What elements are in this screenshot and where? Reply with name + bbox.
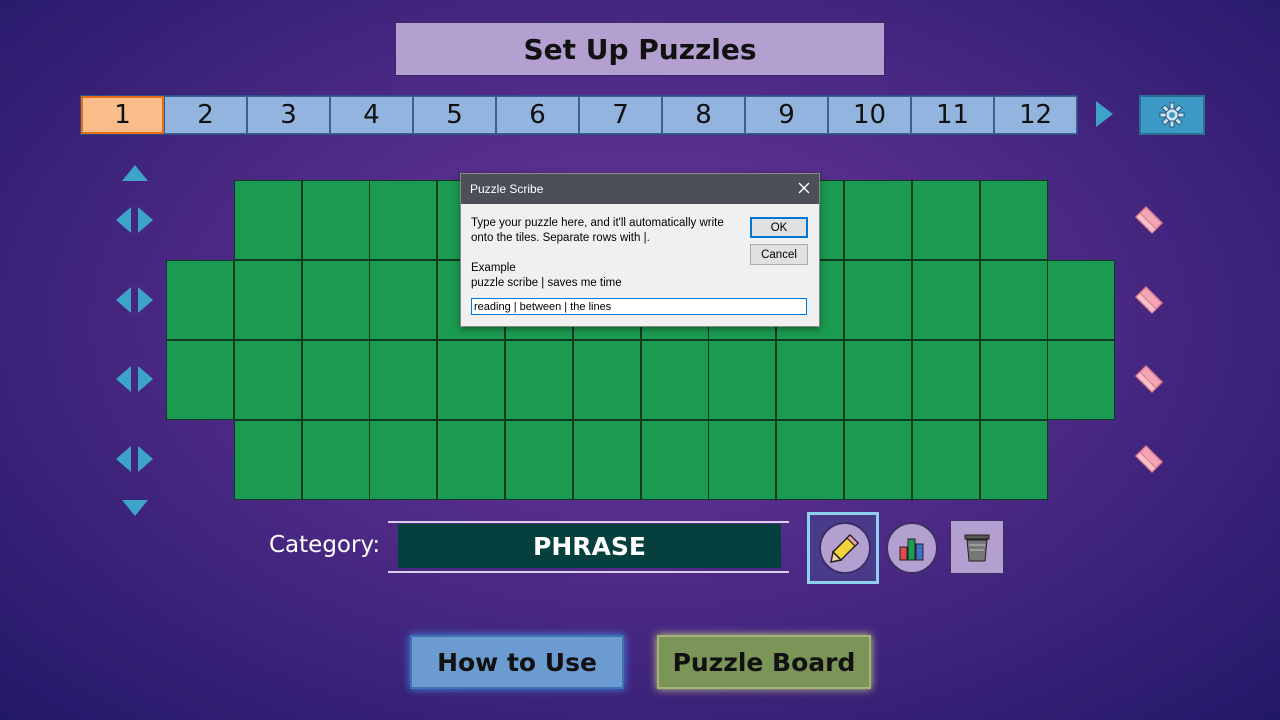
- puzzle-tile[interactable]: [979, 340, 1048, 420]
- pencil-icon: [830, 533, 860, 563]
- row-2-right-arrow-icon[interactable]: [138, 287, 153, 313]
- category-field[interactable]: PHRASE: [398, 524, 781, 568]
- puzzle-tile[interactable]: [437, 340, 506, 420]
- puzzle-tile[interactable]: [301, 340, 370, 420]
- eraser-icon[interactable]: [1132, 362, 1166, 396]
- puzzle-tile[interactable]: [233, 260, 302, 340]
- puzzle-tile[interactable]: [572, 420, 641, 500]
- puzzle-tile[interactable]: [301, 420, 370, 500]
- puzzle-tab-2[interactable]: 2: [164, 96, 247, 134]
- close-icon[interactable]: [797, 181, 811, 195]
- dialog-example-text: puzzle scribe | saves me time: [471, 277, 622, 289]
- eraser-icon[interactable]: [1132, 203, 1166, 237]
- clear-board-button[interactable]: [950, 520, 1004, 574]
- shift-down-arrow-icon[interactable]: [122, 500, 148, 516]
- puzzle-scribe-dialog: Puzzle Scribe Type your puzzle here, and…: [460, 173, 820, 327]
- puzzle-tile[interactable]: [505, 420, 573, 500]
- puzzle-tile[interactable]: [166, 260, 234, 340]
- ok-button[interactable]: OK: [750, 217, 808, 238]
- puzzle-tile[interactable]: [979, 180, 1048, 260]
- puzzle-tile[interactable]: [844, 340, 912, 420]
- eraser-icon[interactable]: [1132, 283, 1166, 317]
- puzzle-tile[interactable]: [369, 260, 438, 340]
- puzzle-tile[interactable]: [1047, 340, 1116, 420]
- row-4-left-arrow-icon[interactable]: [116, 446, 131, 472]
- puzzle-tile[interactable]: [233, 180, 302, 260]
- puzzle-tab-5[interactable]: 5: [413, 96, 496, 134]
- how-to-use-button[interactable]: How to Use: [410, 635, 624, 689]
- gear-icon: [1159, 102, 1185, 128]
- row-1-left-arrow-icon[interactable]: [116, 207, 131, 233]
- puzzle-tile[interactable]: [776, 420, 845, 500]
- puzzle-tab-7[interactable]: 7: [579, 96, 662, 134]
- row-2-left-arrow-icon[interactable]: [116, 287, 131, 313]
- puzzle-tile[interactable]: [776, 340, 845, 420]
- dialog-message-line-1: Type your puzzle here, and it'll automat…: [471, 217, 724, 229]
- puzzle-tile[interactable]: [166, 340, 234, 420]
- trash-icon: [964, 534, 990, 562]
- puzzle-tile[interactable]: [911, 420, 980, 500]
- puzzle-tile[interactable]: [911, 180, 980, 260]
- puzzle-tile[interactable]: [708, 420, 777, 500]
- puzzle-tab-10[interactable]: 10: [828, 96, 911, 134]
- cancel-button[interactable]: Cancel: [750, 244, 808, 265]
- puzzle-tile[interactable]: [844, 260, 912, 340]
- puzzle-tab-9[interactable]: 9: [745, 96, 828, 134]
- settings-button[interactable]: [1139, 95, 1205, 135]
- puzzle-tile[interactable]: [911, 260, 980, 340]
- row-4-right-arrow-icon[interactable]: [138, 446, 153, 472]
- puzzle-tile[interactable]: [979, 260, 1048, 340]
- dialog-titlebar: Puzzle Scribe: [461, 174, 819, 204]
- row-1-shift-arrows: [116, 207, 156, 235]
- puzzle-tab-8[interactable]: 8: [662, 96, 745, 134]
- puzzle-tab-4[interactable]: 4: [330, 96, 413, 134]
- puzzle-tab-1[interactable]: 1: [81, 96, 164, 134]
- puzzle-tile[interactable]: [844, 420, 912, 500]
- puzzle-tile[interactable]: [369, 180, 438, 260]
- puzzle-tile[interactable]: [708, 340, 777, 420]
- puzzle-tile[interactable]: [369, 420, 438, 500]
- puzzle-tile[interactable]: [1047, 260, 1116, 340]
- puzzle-board-button[interactable]: Puzzle Board: [657, 635, 871, 689]
- puzzle-tile[interactable]: [233, 420, 302, 500]
- row-4-shift-arrows: [116, 446, 156, 474]
- pencil-button[interactable]: [819, 522, 871, 574]
- puzzle-tab-3[interactable]: 3: [247, 96, 330, 134]
- row-3-right-arrow-icon[interactable]: [138, 366, 153, 392]
- dialog-message-line-2: onto the tiles. Separate rows with |.: [471, 232, 650, 244]
- dialog-message: Type your puzzle here, and it'll automat…: [471, 216, 741, 246]
- category-label: Category:: [269, 532, 381, 558]
- puzzle-tile[interactable]: [640, 420, 709, 500]
- puzzle-tile[interactable]: [437, 420, 506, 500]
- bar-chart-icon: [899, 538, 924, 561]
- row-1-right-arrow-icon[interactable]: [138, 207, 153, 233]
- row-2-shift-arrows: [116, 287, 156, 315]
- puzzle-tile[interactable]: [505, 340, 573, 420]
- stats-button[interactable]: [886, 522, 938, 574]
- page-title: Set Up Puzzles: [395, 22, 885, 76]
- row-3-left-arrow-icon[interactable]: [116, 366, 131, 392]
- row-3-shift-arrows: [116, 366, 156, 394]
- next-tabs-arrow-icon[interactable]: [1096, 101, 1113, 127]
- puzzle-tab-11[interactable]: 11: [911, 96, 994, 134]
- dialog-example-label: Example: [471, 262, 516, 274]
- puzzle-tile[interactable]: [572, 340, 641, 420]
- puzzle-tab-6[interactable]: 6: [496, 96, 579, 134]
- dialog-title: Puzzle Scribe: [470, 182, 544, 196]
- puzzle-tile[interactable]: [844, 180, 912, 260]
- puzzle-tabs: 1 2 3 4 5 6 7 8 9 10 11 12: [80, 95, 1078, 135]
- eraser-icon[interactable]: [1132, 442, 1166, 476]
- puzzle-tile[interactable]: [640, 340, 709, 420]
- dialog-example: Example puzzle scribe | saves me time: [471, 261, 622, 291]
- puzzle-tab-12[interactable]: 12: [994, 96, 1077, 134]
- puzzle-input[interactable]: [471, 298, 807, 315]
- puzzle-tile[interactable]: [369, 340, 438, 420]
- puzzle-tile[interactable]: [233, 340, 302, 420]
- puzzle-tile[interactable]: [911, 340, 980, 420]
- puzzle-tile[interactable]: [979, 420, 1048, 500]
- puzzle-tile[interactable]: [301, 180, 370, 260]
- shift-up-arrow-icon[interactable]: [122, 165, 148, 181]
- puzzle-tile[interactable]: [301, 260, 370, 340]
